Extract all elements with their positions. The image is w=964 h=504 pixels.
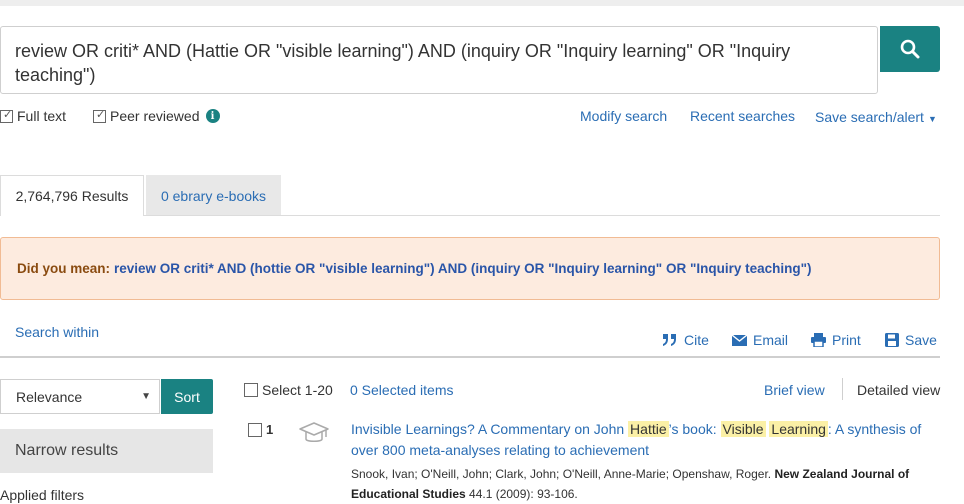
applied-filters-heading: Applied filters [0,487,85,503]
result-number-label: 1 [266,422,274,437]
save-icon [885,333,899,347]
dropdown-arrow-icon: ▼ [141,391,151,402]
did-you-mean-banner: Did you mean: review OR criti* AND (hott… [0,237,940,300]
select-range-label: Select 1-20 [262,382,333,398]
search-within-link[interactable]: Search within [15,324,99,340]
author-list: Snook, Ivan; O'Neill, John; Clark, John;… [351,467,775,481]
title-part: Invisible Learnings? A Commentary on Joh… [351,421,629,437]
tab-ebrary-ebooks[interactable]: 0 ebrary e-books [146,175,281,216]
highlight-term: Learning [769,421,828,437]
highlight-term: Visible [720,421,766,437]
print-label: Print [832,332,861,348]
result-number[interactable]: 1 [248,422,273,437]
sort-select-value: Relevance [16,388,83,405]
full-text-option[interactable]: ✓ Full text [0,108,66,124]
search-input[interactable]: review OR criti* AND (Hattie OR "visible… [0,26,878,94]
info-icon[interactable]: i [205,109,220,123]
save-button[interactable]: Save [885,332,937,348]
select-range[interactable]: Select 1-20 [244,382,333,398]
detailed-view-label: Detailed view [857,382,941,398]
result-checkbox[interactable] [248,422,262,437]
save-search-alert-link[interactable]: Save search/alert ▼ [815,109,937,125]
scholarly-journal-icon [298,421,330,450]
caret-down-icon: ▼ [927,114,937,124]
title-part: ’s book: [668,421,721,437]
full-text-checkbox[interactable]: ✓ [0,109,13,123]
tab-results[interactable]: 2,764,796 Results [0,175,144,216]
cite-button[interactable]: Cite [662,332,709,348]
save-label: Save [905,332,937,348]
recent-searches-link[interactable]: Recent searches [690,108,795,124]
search-button[interactable] [880,26,940,72]
top-strip [0,0,964,6]
selected-items-link[interactable]: 0 Selected items [350,382,454,398]
print-icon [811,333,826,347]
save-search-alert-label: Save search/alert [815,109,924,125]
modify-search-link[interactable]: Modify search [580,108,667,124]
email-button[interactable]: Email [732,332,788,348]
email-icon [732,334,747,346]
highlight-term: Hattie [628,421,669,437]
result-authors: Snook, Ivan; O'Neill, John; Clark, John;… [351,464,941,504]
narrow-results-heading: Narrow results [0,429,213,473]
select-all-checkbox[interactable] [244,383,258,397]
did-you-mean-suggestion[interactable]: review OR criti* AND (hottie OR "visible… [114,261,812,276]
print-button[interactable]: Print [811,332,861,348]
sort-select[interactable]: Relevance ▼ [0,379,160,414]
quote-icon [663,334,676,346]
result-title-link[interactable]: Invisible Learnings? A Commentary on Joh… [351,419,941,461]
section-divider [0,356,940,358]
full-text-label: Full text [17,108,67,124]
citation-info: 44.1 (2009): 93-106. [465,487,578,501]
peer-reviewed-option[interactable]: ✓ Peer reviewed i [93,108,220,124]
sort-button[interactable]: Sort [161,379,213,414]
search-icon [900,39,920,59]
cite-label: Cite [684,332,709,348]
peer-reviewed-label: Peer reviewed [110,108,200,124]
did-you-mean-label: Did you mean: [17,261,111,276]
view-divider [842,378,843,400]
peer-reviewed-checkbox[interactable]: ✓ [93,109,106,123]
brief-view-link[interactable]: Brief view [764,382,825,398]
email-label: Email [753,332,789,348]
tab-divider [144,215,940,216]
